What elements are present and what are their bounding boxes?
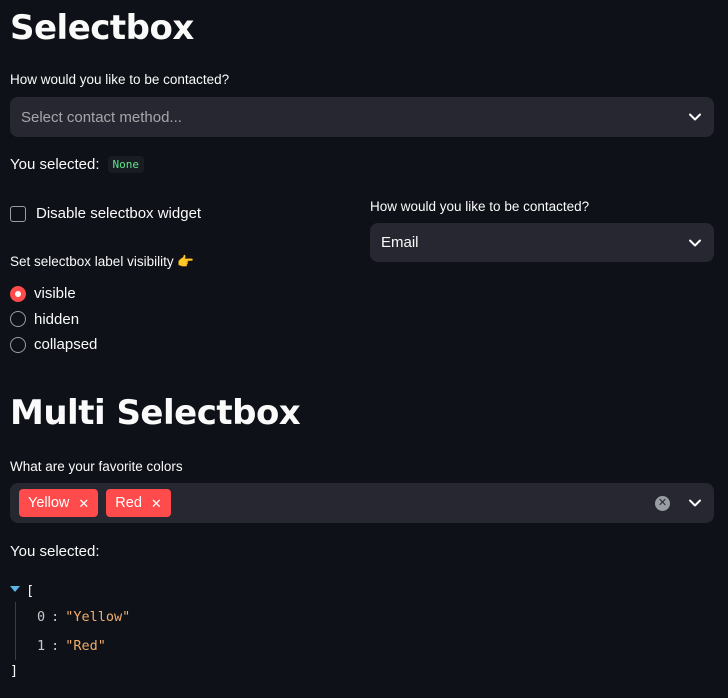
json-viewer: [ 0 : "Yellow" 1 : "Red" ] — [10, 580, 130, 682]
json-item-value: "Yellow" — [65, 608, 131, 625]
json-items: 0 : "Yellow" 1 : "Red" — [15, 602, 130, 660]
contact-method-placeholder: Select contact method... — [21, 108, 182, 126]
tag-red-label: Red — [115, 495, 142, 511]
json-item-index: 0 — [37, 608, 46, 625]
visibility-radio-label: Set selectbox label visibility 👉 — [10, 254, 195, 269]
radio-visible[interactable] — [10, 285, 26, 302]
disable-selectbox-checkbox-row[interactable]: Disable selectbox widget — [10, 205, 201, 222]
tag-red: Red ✕ — [106, 489, 171, 517]
json-colon: : — [51, 637, 60, 654]
json-open-bracket: [ — [26, 583, 35, 599]
favorite-colors-multiselect[interactable]: Yellow ✕ Red ✕ ✕ — [10, 483, 714, 523]
radio-hidden[interactable] — [10, 311, 26, 328]
clear-all-icon[interactable]: ✕ — [655, 495, 670, 511]
visibility-radio-group: visible hidden collapsed — [10, 281, 97, 358]
json-item-value: "Red" — [65, 637, 106, 654]
json-colon: : — [51, 608, 60, 625]
radio-visible-label: visible — [34, 285, 76, 303]
selected-output: You selected: None — [10, 156, 145, 173]
caret-down-icon[interactable] — [10, 586, 20, 592]
radio-option-visible[interactable]: visible — [10, 281, 97, 307]
chevron-down-icon[interactable] — [688, 110, 702, 124]
chevron-down-icon[interactable] — [688, 496, 702, 510]
tag-yellow: Yellow ✕ — [19, 489, 99, 517]
disable-selectbox-checkbox[interactable] — [10, 205, 26, 222]
radio-collapsed-label: collapsed — [34, 336, 98, 354]
contact-method-select[interactable]: Select contact method... — [10, 97, 714, 137]
multiselect-heading: Multi Selectbox — [10, 393, 301, 433]
close-icon[interactable]: ✕ — [151, 497, 162, 510]
chevron-down-icon[interactable] — [688, 236, 702, 250]
radio-hidden-label: hidden — [34, 310, 80, 328]
contact-method-label: How would you like to be contacted? — [10, 72, 230, 87]
page: Selectbox How would you like to be conta… — [0, 0, 728, 698]
json-item: 0 : "Yellow" — [37, 602, 130, 631]
json-close-bracket: ] — [10, 663, 19, 679]
radio-collapsed[interactable] — [10, 336, 26, 353]
radio-option-hidden[interactable]: hidden — [10, 307, 97, 333]
contact-method-select-2[interactable]: Email — [370, 223, 714, 262]
json-item: 1 : "Red" — [37, 631, 130, 660]
favorite-colors-label: What are your favorite colors — [10, 459, 183, 474]
json-open-row[interactable]: [ — [10, 580, 130, 602]
json-item-index: 1 — [37, 637, 46, 654]
tag-yellow-label: Yellow — [28, 495, 70, 511]
disable-selectbox-label: Disable selectbox widget — [36, 205, 202, 222]
radio-option-collapsed[interactable]: collapsed — [10, 332, 97, 358]
json-close-row: ] — [10, 660, 130, 682]
multiselect-selected-prefix: You selected: — [10, 543, 100, 560]
selectbox-heading: Selectbox — [10, 8, 194, 48]
selected-prefix: You selected: — [10, 156, 100, 173]
close-icon[interactable]: ✕ — [78, 497, 89, 510]
selected-value-code: None — [107, 156, 145, 173]
contact-method-label-2: How would you like to be contacted? — [370, 199, 590, 214]
contact-method-value-2: Email — [381, 234, 419, 251]
